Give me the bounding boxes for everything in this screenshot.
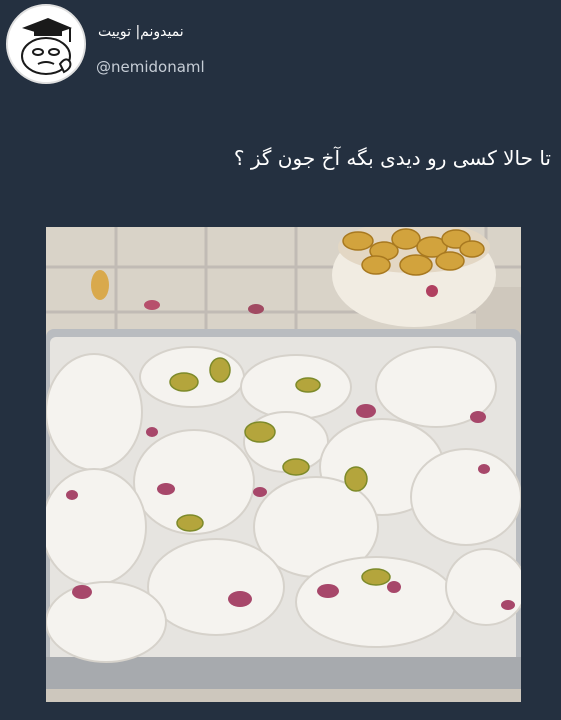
avatar[interactable]: [6, 4, 86, 84]
tweet-header: نمیدونم| توییت @nemidonaml: [0, 0, 561, 100]
tweet-photo[interactable]: [46, 227, 521, 702]
username[interactable]: @nemidonaml: [96, 58, 205, 76]
tweet-text: تا حالا کسی رو دیدی بگه آخ جون گز ؟: [233, 146, 551, 170]
cartoon-face-icon: [8, 6, 84, 82]
display-name[interactable]: نمیدونم| توییت: [98, 24, 184, 40]
gaz-photo-icon: [46, 227, 521, 702]
